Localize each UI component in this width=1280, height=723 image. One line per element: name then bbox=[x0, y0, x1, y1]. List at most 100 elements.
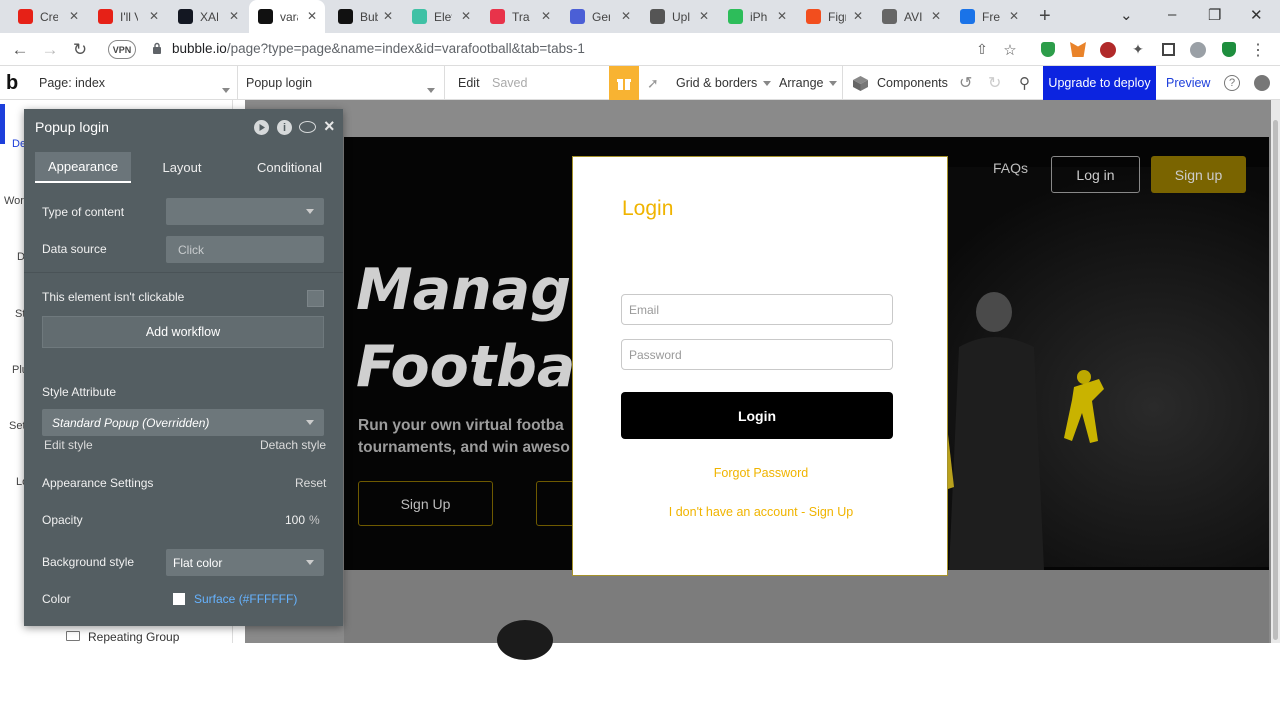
close-icon[interactable]: ✕ bbox=[541, 9, 551, 23]
page-selector[interactable]: Page: index bbox=[39, 66, 105, 100]
close-icon[interactable]: × bbox=[324, 116, 335, 137]
comment-icon[interactable] bbox=[299, 121, 316, 133]
element-tree-repeating-group[interactable]: Repeating Group bbox=[88, 630, 179, 644]
undo-icon[interactable]: ↺ bbox=[959, 66, 972, 100]
close-icon[interactable]: ✕ bbox=[621, 9, 631, 23]
grid-borders-menu[interactable]: Grid & borders bbox=[676, 66, 772, 100]
green-shield-icon[interactable] bbox=[1222, 42, 1236, 57]
browser-tab[interactable]: XAL ✕ bbox=[169, 0, 247, 33]
type-of-content-dropdown[interactable] bbox=[166, 198, 324, 225]
site-nav-signup-button[interactable]: Sign up bbox=[1151, 156, 1246, 193]
sidebar-toggle-icon[interactable] bbox=[1162, 43, 1175, 56]
browser-tab[interactable]: Upl ✕ bbox=[641, 0, 717, 33]
site-nav-faqs[interactable]: FAQs bbox=[993, 160, 1028, 176]
tab-conditional[interactable]: Conditional bbox=[233, 152, 346, 183]
scrollbar-thumb[interactable] bbox=[1273, 120, 1278, 640]
arrange-menu[interactable]: Arrange bbox=[779, 66, 838, 100]
kebab-menu-icon[interactable]: ⋮ bbox=[1244, 33, 1272, 66]
maximize-icon[interactable]: ❐ bbox=[1208, 6, 1221, 24]
reset-link[interactable]: Reset bbox=[295, 476, 326, 490]
site-nav-login-button[interactable]: Log in bbox=[1051, 156, 1140, 193]
pointer-tool-icon[interactable]: ➚ bbox=[647, 66, 659, 100]
back-arrow-icon[interactable]: ← bbox=[6, 33, 34, 66]
red-extension-icon[interactable] bbox=[1100, 42, 1116, 58]
browser-tab[interactable]: I'll V ✕ bbox=[89, 0, 167, 33]
email-field[interactable]: Email bbox=[621, 294, 893, 325]
forgot-password-link[interactable]: Forgot Password bbox=[573, 466, 949, 480]
close-icon[interactable]: ✕ bbox=[699, 9, 709, 23]
cube-components-icon[interactable] bbox=[852, 75, 869, 92]
account-icon[interactable] bbox=[1254, 75, 1270, 91]
opacity-input[interactable]: 100 bbox=[285, 513, 305, 527]
element-selector[interactable]: Popup login bbox=[246, 66, 312, 100]
minimize-icon[interactable]: – bbox=[1168, 6, 1176, 23]
preview-button[interactable]: Preview bbox=[1166, 66, 1210, 100]
close-icon[interactable]: ✕ bbox=[69, 9, 79, 23]
data-source-input[interactable]: Click bbox=[166, 236, 324, 263]
components-button[interactable]: Components bbox=[877, 66, 948, 100]
play-icon[interactable] bbox=[254, 120, 269, 135]
puzzle-extensions-icon[interactable]: ✦ bbox=[1124, 33, 1152, 66]
browser-tab[interactable]: Bub ✕ bbox=[329, 0, 401, 33]
new-tab-button[interactable]: + bbox=[1039, 5, 1051, 28]
login-button[interactable]: Login bbox=[621, 392, 893, 439]
chevron-down-icon[interactable]: ⌄ bbox=[1120, 6, 1133, 24]
search-icon[interactable]: ⚲ bbox=[1019, 66, 1030, 100]
browser-tab[interactable]: Cre ✕ bbox=[9, 0, 87, 33]
clickable-checkbox[interactable] bbox=[307, 290, 324, 307]
browser-tab-title: I'll V bbox=[120, 9, 138, 24]
browser-tab[interactable]: Gen ✕ bbox=[561, 0, 639, 33]
info-icon[interactable]: i bbox=[277, 120, 292, 135]
hero-secondary-button[interactable] bbox=[536, 481, 576, 526]
close-icon[interactable]: ✕ bbox=[229, 9, 239, 23]
close-icon[interactable]: ✕ bbox=[777, 9, 787, 23]
browser-tab[interactable]: Fre ✕ bbox=[951, 0, 1027, 33]
background-style-dropdown[interactable]: Flat color bbox=[166, 549, 324, 576]
tab-appearance[interactable]: Appearance bbox=[35, 152, 131, 183]
close-window-icon[interactable]: ✕ bbox=[1250, 6, 1263, 24]
redo-icon[interactable]: ↻ bbox=[988, 66, 1001, 100]
browser-tab[interactable]: iPh ✕ bbox=[719, 0, 795, 33]
bubble-logo-icon[interactable]: b bbox=[6, 66, 18, 100]
login-popup[interactable]: Login Email Password Login Forgot Passwo… bbox=[572, 156, 948, 576]
browser-tab[interactable]: Trad ✕ bbox=[481, 0, 559, 33]
upgrade-to-deploy-button[interactable]: Upgrade to deploy bbox=[1043, 66, 1156, 100]
close-icon[interactable]: ✕ bbox=[383, 9, 393, 23]
share-icon[interactable]: ⇧ bbox=[968, 33, 996, 66]
gift-icon[interactable] bbox=[609, 66, 639, 100]
browser-tab[interactable]: Figr ✕ bbox=[797, 0, 871, 33]
color-swatch[interactable] bbox=[173, 593, 185, 605]
hero-signup-button[interactable]: Sign Up bbox=[358, 481, 493, 526]
forward-arrow-icon[interactable]: → bbox=[36, 33, 64, 66]
browser-tab[interactable]: Elev ✕ bbox=[403, 0, 479, 33]
close-icon[interactable]: ✕ bbox=[149, 9, 159, 23]
sidebar-item-workflow[interactable]: Wor bbox=[4, 195, 24, 207]
bookmark-star-icon[interactable]: ☆ bbox=[996, 33, 1024, 66]
canvas-scrollbar[interactable] bbox=[1271, 100, 1280, 643]
reload-icon[interactable]: ↻ bbox=[66, 33, 94, 66]
color-value-link[interactable]: Surface (#FFFFFF) bbox=[194, 592, 297, 606]
close-icon[interactable]: ✕ bbox=[853, 9, 863, 23]
shield-extension-icon[interactable] bbox=[1041, 42, 1055, 57]
edit-mode-tab[interactable]: Edit bbox=[458, 66, 480, 100]
profile-avatar-icon[interactable] bbox=[1190, 42, 1206, 58]
address-bar[interactable]: bubble.io/page?type=page&name=index&id=v… bbox=[172, 41, 585, 56]
close-icon[interactable]: ✕ bbox=[461, 9, 471, 23]
metamask-fox-icon[interactable] bbox=[1070, 42, 1086, 57]
help-icon[interactable]: ? bbox=[1224, 75, 1240, 91]
vpn-badge[interactable]: VPN bbox=[108, 40, 136, 59]
add-workflow-button[interactable]: Add workflow bbox=[42, 316, 324, 348]
lock-icon[interactable] bbox=[152, 42, 162, 55]
style-dropdown[interactable]: Standard Popup (Overridden) bbox=[42, 409, 324, 436]
browser-tab[interactable]: vara ✕ bbox=[249, 0, 325, 33]
detach-style-link[interactable]: Detach style bbox=[260, 438, 326, 452]
tab-layout[interactable]: Layout bbox=[139, 152, 225, 183]
edit-style-link[interactable]: Edit style bbox=[44, 438, 93, 452]
signup-link[interactable]: I don't have an account - Sign Up bbox=[573, 505, 949, 519]
close-icon[interactable]: ✕ bbox=[931, 9, 941, 23]
password-field[interactable]: Password bbox=[621, 339, 893, 370]
close-icon[interactable]: ✕ bbox=[1009, 9, 1019, 23]
property-editor-panel[interactable]: Popup login i × Appearance Layout Condit… bbox=[24, 109, 343, 626]
browser-tab[interactable]: AVI ✕ bbox=[873, 0, 949, 33]
close-icon[interactable]: ✕ bbox=[307, 9, 317, 23]
